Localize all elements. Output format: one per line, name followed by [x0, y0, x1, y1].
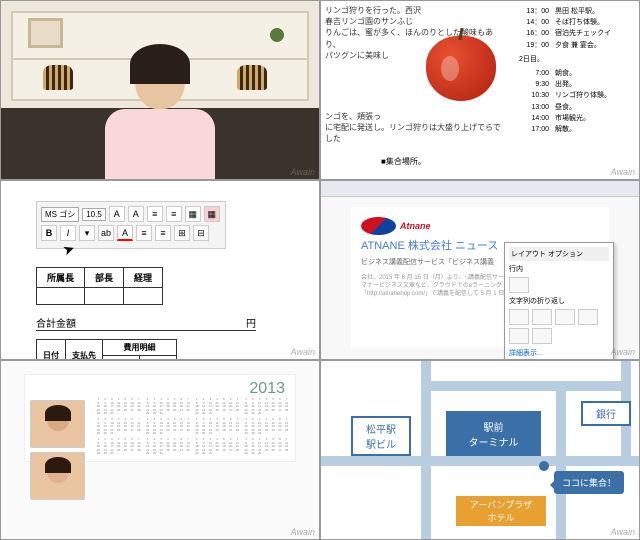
grow-font-icon[interactable]: A [109, 206, 125, 222]
word-toolbar-panel: MS ゴシ 10.5 A A ≡ ≡ ▦ ▦ B I ▾ ab A ≡ ≡ ⊞ … [0, 180, 320, 360]
road [556, 381, 566, 540]
terminal-box[interactable]: 駅前 ターミナル [446, 411, 541, 456]
presenter-panel: Awain [0, 0, 320, 180]
photo-2[interactable] [30, 452, 85, 500]
highlight-icon[interactable]: ab [98, 225, 114, 241]
total-row: 合計金額円 [36, 315, 256, 331]
insert-icon[interactable]: ⊞ [174, 225, 190, 241]
wrap-square-icon[interactable] [509, 309, 529, 325]
apple-image[interactable] [426, 36, 496, 101]
details-link[interactable]: 詳細表示... [509, 348, 609, 358]
wrap-behind-icon[interactable] [509, 328, 529, 344]
document-area: Atnane ATNANE 株式会社 ニュース ビジネス講義配信サービス「ビジネ… [351, 207, 609, 347]
approval-table[interactable]: 所属長部長経理 [36, 267, 163, 305]
watermark: Awain [611, 527, 635, 537]
watermark: Awain [291, 167, 315, 177]
align-left-icon[interactable]: ≡ [136, 225, 152, 241]
schedule-list: 13：00黒田 松平駅。 14：00そば打ち体験。 16：00宿泊先チェックイ … [519, 6, 634, 135]
photo-1[interactable] [30, 400, 85, 448]
zebra-figurine [237, 65, 267, 90]
calendar-panel: 2013 12345678910111213141516171819202122… [0, 360, 320, 540]
size-selector[interactable]: 10.5 [82, 208, 106, 221]
expense-table[interactable]: 日付支払先費用明細 交通費宿泊費 [36, 339, 177, 360]
wrap-inline-icon[interactable] [509, 277, 529, 293]
road [421, 381, 631, 391]
station-box[interactable]: 松平駅 駅ビル [351, 416, 411, 456]
meeting-point-icon [539, 461, 549, 471]
presenter [100, 49, 220, 179]
wrap-top-icon[interactable] [578, 309, 598, 325]
align-icon[interactable]: ≡ [166, 206, 182, 222]
watermark: Awain [611, 167, 635, 177]
zebra-figurine [43, 65, 73, 90]
layout-options-popup[interactable]: レイアウト オプション 行内 文字列の折り返し 詳細表示... [504, 242, 614, 360]
bank-box[interactable]: 銀行 [581, 401, 631, 426]
table-icon[interactable]: ▦ [204, 206, 220, 222]
ribbon-bar[interactable] [321, 181, 639, 197]
delete-icon[interactable]: ⊟ [193, 225, 209, 241]
hotel-box[interactable]: アーバンプラザ ホテル [456, 496, 546, 526]
font-color-icon[interactable]: A [117, 225, 133, 241]
logo: Atnane [361, 217, 599, 235]
watermark: Awain [291, 347, 315, 357]
footer-label: ■集合場所。 [381, 156, 426, 167]
wrap-front-icon[interactable] [532, 328, 552, 344]
picture-frame [28, 18, 63, 48]
watermark: Awain [291, 527, 315, 537]
calendar[interactable]: 2013 12345678910111213141516171819202122… [24, 374, 296, 462]
logo-icon [361, 217, 396, 235]
italic-icon[interactable]: I [60, 225, 76, 241]
road [321, 456, 640, 466]
plant-icon [267, 21, 287, 49]
callout[interactable]: ココに集合！ [554, 471, 624, 494]
watermark: Awain [611, 347, 635, 357]
apple-document-panel: リンゴ狩りを行った。西沢 春吉リンゴ園のサンふじ りんごは、蜜が多く、ほんのりと… [320, 0, 640, 180]
road [421, 361, 431, 540]
popup-title: レイアウト オプション [509, 247, 609, 261]
wrap-through-icon[interactable] [555, 309, 575, 325]
shrink-font-icon[interactable]: A [128, 206, 144, 222]
underline-icon[interactable]: ▾ [79, 225, 95, 241]
map-panel: 松平駅 駅ビル 駅前 ターミナル 銀行 アーバンプラザ ホテル ココに集合！ A… [320, 360, 640, 540]
font-selector[interactable]: MS ゴシ [41, 207, 79, 222]
wrap-tight-icon[interactable] [532, 309, 552, 325]
months-grid: 1234567891011121314151617181920212223242… [95, 398, 290, 456]
atnane-panel: Atnane ATNANE 株式会社 ニュース ビジネス講義配信サービス「ビジネ… [320, 180, 640, 360]
bold-icon[interactable]: B [41, 225, 57, 241]
align-icon[interactable]: ≡ [147, 206, 163, 222]
year-label: 2013 [30, 380, 290, 398]
align-center-icon[interactable]: ≡ [155, 225, 171, 241]
table-icon[interactable]: ▦ [185, 206, 201, 222]
